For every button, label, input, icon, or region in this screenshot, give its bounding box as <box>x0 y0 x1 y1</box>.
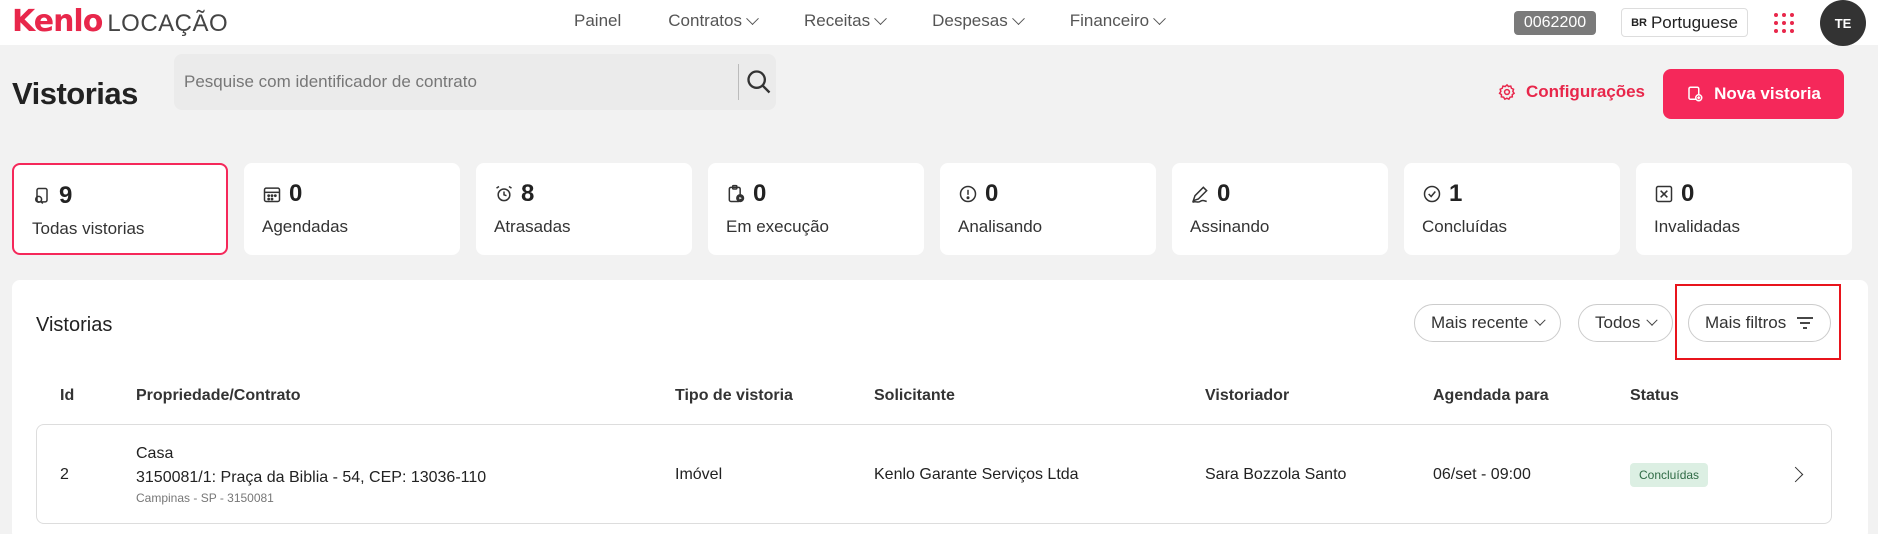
row-type: Imóvel <box>675 466 723 483</box>
card-count: 0 <box>1681 180 1695 207</box>
search-divider <box>738 64 739 100</box>
status-card-concluidas[interactable]: 1 Concluídas <box>1404 163 1620 255</box>
search-input[interactable] <box>184 54 904 110</box>
logo-product: LOCAÇÃO <box>107 10 229 37</box>
status-card-atrasadas[interactable]: 8 Atrasadas <box>476 163 692 255</box>
clipboard-play-icon <box>728 184 745 203</box>
nav-item-financeiro[interactable]: Financeiro <box>1069 11 1166 31</box>
check-circle-icon <box>1423 185 1441 203</box>
new-inspection-button[interactable]: Nova vistoria <box>1663 69 1844 119</box>
card-count: 0 <box>985 180 999 207</box>
account-code-badge: 0062200 <box>1514 11 1596 35</box>
calendar-icon <box>263 187 281 203</box>
nav-item-receitas[interactable]: Receitas <box>803 11 887 31</box>
x-square-icon <box>1655 185 1673 203</box>
search-document-icon <box>35 187 48 205</box>
nav-label: Financeiro <box>1069 11 1150 30</box>
chevron-down-icon <box>746 11 759 25</box>
panel-title: Vistorias <box>36 314 113 336</box>
nav-label: Painel <box>574 11 622 30</box>
status-badge: Concluídas <box>1630 463 1709 487</box>
column-header-type: Tipo de vistoria <box>675 387 793 404</box>
card-label: Em execução <box>726 217 829 236</box>
nav-label: Contratos <box>668 11 742 30</box>
new-document-icon <box>1688 86 1703 102</box>
column-header-inspector: Vistoriador <box>1205 387 1290 404</box>
highlight-box <box>1675 284 1841 360</box>
card-count: 0 <box>1217 180 1231 207</box>
column-header-requester: Solicitante <box>874 387 955 404</box>
logo-brand: Kenlo <box>12 4 103 39</box>
search-icon[interactable] <box>745 68 773 96</box>
chevron-down-icon <box>1534 314 1546 326</box>
status-card-em-execucao[interactable]: 0 Em execução <box>708 163 924 255</box>
gear-icon <box>1498 83 1516 101</box>
nav-item-painel[interactable]: Painel <box>574 11 621 31</box>
chevron-down-icon <box>874 11 887 25</box>
language-selector[interactable]: BR Portuguese <box>1621 8 1748 37</box>
status-card-todas[interactable]: 9 Todas vistorias <box>12 163 228 255</box>
status-card-agendadas[interactable]: 0 Agendadas <box>244 163 460 255</box>
apps-grid-icon[interactable] <box>1774 13 1794 33</box>
sort-dropdown[interactable]: Mais recente <box>1414 304 1562 342</box>
row-contract[interactable]: 3150081/1: Praça da Biblia - 54, CEP: 13… <box>136 469 486 487</box>
new-inspection-label: Nova vistoria <box>1714 84 1821 103</box>
nav-item-contratos[interactable]: Contratos <box>668 11 759 31</box>
kenlo-logo[interactable]: Kenlo LOCAÇÃO <box>12 4 229 39</box>
card-label: Invalidadas <box>1654 217 1741 236</box>
main-nav: Painel Contratos Receitas Despesas Finan… <box>574 11 1211 31</box>
top-navbar: Kenlo LOCAÇÃO Painel Contratos Receitas … <box>0 0 1878 46</box>
page-title: Vistorias <box>12 76 138 111</box>
alert-circle-icon <box>959 185 977 203</box>
brazil-flag-icon: BR <box>1631 16 1647 29</box>
chevron-down-icon <box>1011 11 1025 25</box>
row-id: 2 <box>60 466 69 483</box>
alarm-clock-icon <box>496 185 512 202</box>
status-card-assinando[interactable]: 0 Assinando <box>1172 163 1388 255</box>
card-count: 1 <box>1449 180 1463 207</box>
column-header-id: Id <box>60 387 75 404</box>
row-inspector: Sara Bozzola Santo <box>1205 466 1347 483</box>
card-label: Agendadas <box>262 217 349 236</box>
card-label: Todas vistorias <box>32 219 145 238</box>
row-location: Campinas - SP - 3150081 <box>136 491 274 505</box>
status-card-invalidadas[interactable]: 0 Invalidadas <box>1636 163 1852 255</box>
card-label: Assinando <box>1190 217 1270 236</box>
chevron-down-icon <box>1646 314 1659 326</box>
config-button[interactable]: Configurações <box>1498 82 1645 102</box>
card-label: Analisando <box>958 217 1043 236</box>
chevron-down-icon <box>1153 11 1166 25</box>
nav-label: Despesas <box>932 11 1008 30</box>
card-count: 0 <box>753 180 767 207</box>
column-header-scheduled: Agendada para <box>1433 387 1549 404</box>
language-label: Portuguese <box>1650 12 1738 32</box>
signature-pen-icon <box>1192 186 1208 204</box>
card-label: Atrasadas <box>494 217 571 236</box>
type-filter-label: Todos <box>1595 313 1641 332</box>
search-bar <box>174 54 904 110</box>
column-header-status: Status <box>1630 387 1679 404</box>
column-header-property: Propriedade/Contrato <box>136 387 301 404</box>
sort-label: Mais recente <box>1431 313 1529 332</box>
avatar[interactable]: TE <box>1820 0 1866 46</box>
row-scheduled: 06/set - 09:00 <box>1433 466 1531 483</box>
card-count: 9 <box>59 182 73 209</box>
nav-label: Receitas <box>803 11 871 30</box>
card-label: Concluídas <box>1422 217 1508 236</box>
card-count: 0 <box>289 180 303 207</box>
status-card-analisando[interactable]: 0 Analisando <box>940 163 1156 255</box>
nav-item-despesas[interactable]: Despesas <box>932 11 1025 31</box>
row-property: Casa <box>136 445 174 462</box>
config-label: Configurações <box>1526 82 1646 101</box>
row-requester: Kenlo Garante Serviços Ltda <box>874 466 1079 483</box>
card-count: 8 <box>521 180 535 207</box>
type-filter-dropdown[interactable]: Todos <box>1578 304 1674 342</box>
